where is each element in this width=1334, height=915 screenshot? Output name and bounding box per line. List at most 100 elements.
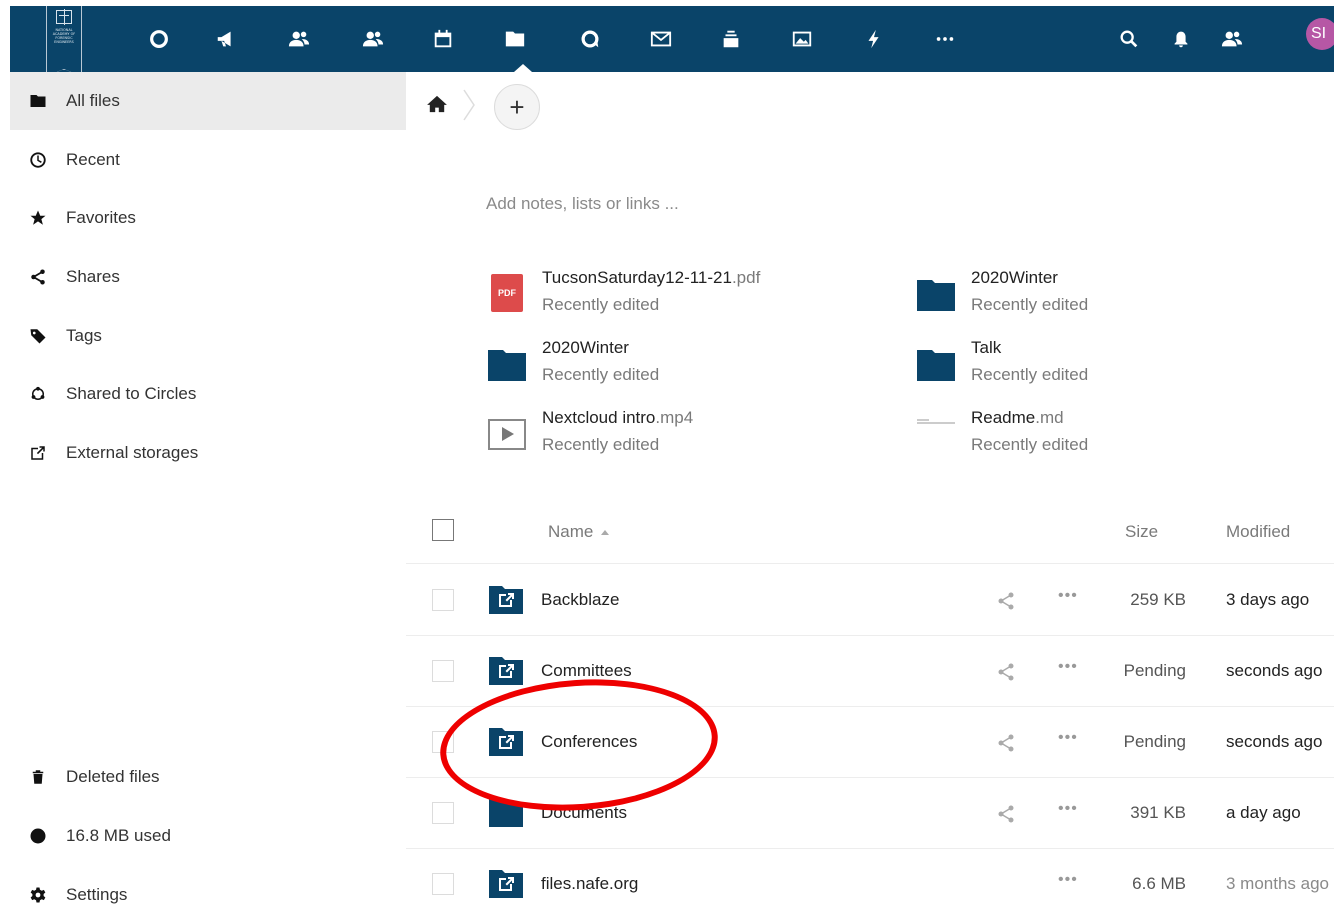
sidebar-item-external-storages[interactable]: External storages — [10, 424, 406, 482]
files-sidebar: All files Recent Favorites Shares Tags S… — [10, 72, 406, 915]
more-actions-icon[interactable]: ••• — [1058, 587, 1078, 605]
row-checkbox[interactable] — [432, 589, 454, 611]
recent-file-item[interactable]: Talk Recently edited — [917, 338, 1297, 400]
deck-icon[interactable] — [718, 26, 744, 52]
more-actions-icon[interactable]: ••• — [1058, 729, 1078, 747]
folder-icon — [917, 350, 955, 381]
sidebar-item-favorites[interactable]: Favorites — [10, 189, 406, 247]
active-app-indicator — [514, 64, 532, 72]
breadcrumb-separator — [463, 89, 475, 121]
search-icon[interactable] — [1116, 26, 1142, 52]
file-modified: seconds ago — [1226, 732, 1323, 751]
contacts-icon[interactable] — [286, 26, 312, 52]
sidebar-item-label: Settings — [66, 885, 128, 904]
sidebar-item-label: External storages — [66, 443, 199, 462]
sidebar-item-shared-to-circles[interactable]: Shared to Circles — [10, 365, 406, 423]
dashboard-icon[interactable] — [146, 26, 172, 52]
megaphone-icon[interactable] — [213, 26, 239, 52]
more-actions-icon[interactable]: ••• — [1058, 871, 1078, 889]
file-modified: 3 months ago — [1226, 874, 1330, 893]
mail-icon[interactable] — [648, 26, 674, 52]
share-icon[interactable] — [996, 662, 1016, 682]
row-checkbox[interactable] — [432, 660, 454, 682]
file-size: Pending — [1123, 732, 1186, 751]
recent-file-status: Recently edited — [971, 365, 1089, 384]
clock-icon — [10, 151, 66, 169]
share-icon[interactable] — [996, 591, 1016, 611]
photos-icon[interactable] — [789, 26, 815, 52]
recent-file-name: Nextcloud intro.mp4 — [542, 408, 694, 427]
recent-file-item[interactable]: 2020Winter Recently edited — [488, 338, 868, 400]
recent-file-name: TucsonSaturday12-11-21.pdf — [542, 268, 761, 287]
recent-file-status: Recently edited — [971, 295, 1089, 314]
files-folder-icon[interactable] — [502, 26, 528, 52]
file-name[interactable]: files.nafe.org — [541, 874, 638, 894]
trash-icon — [10, 768, 66, 786]
external-folder-icon — [489, 657, 523, 685]
file-size: Pending — [1123, 661, 1186, 680]
recent-file-status: Recently edited — [542, 365, 660, 384]
sidebar-item-settings[interactable]: Settings — [10, 866, 406, 915]
circles-icon — [10, 385, 66, 403]
user-avatar[interactable]: SI — [1306, 18, 1334, 50]
gear-icon — [10, 886, 66, 904]
sidebar-item-label: Deleted files — [66, 767, 160, 786]
activity-icon[interactable] — [861, 26, 887, 52]
sidebar-item-recent[interactable]: Recent — [10, 131, 406, 189]
home-icon[interactable] — [426, 95, 448, 113]
recent-file-item[interactable]: Readme.md Recently edited — [917, 408, 1297, 470]
rich-workspace-notes[interactable]: Add notes, lists or links ... — [486, 194, 679, 214]
contacts-menu-icon[interactable] — [1219, 26, 1245, 52]
sidebar-item-shares[interactable]: Shares — [10, 248, 406, 306]
share-icon — [10, 268, 66, 286]
recent-file-item[interactable]: 2020Winter Recently edited — [917, 268, 1297, 330]
recent-file-name: Readme.md — [971, 408, 1064, 427]
share-icon[interactable] — [996, 804, 1016, 824]
table-row[interactable]: Backblaze ••• 259 KB 3 days ago — [406, 565, 1334, 636]
column-name[interactable]: Name — [548, 522, 610, 542]
select-all-checkbox[interactable] — [432, 519, 454, 541]
sort-ascending-icon — [601, 530, 610, 536]
recent-file-item[interactable]: PDF TucsonSaturday12-11-21.pdf Recently … — [488, 268, 868, 330]
pie-icon — [10, 827, 66, 845]
recent-file-status: Recently edited — [971, 435, 1089, 454]
add-new-button[interactable]: + — [494, 84, 540, 130]
external-folder-icon — [489, 870, 523, 898]
sidebar-item-label: All files — [66, 91, 120, 110]
column-modified[interactable]: Modified — [1226, 522, 1290, 542]
text-file-icon — [917, 419, 955, 424]
circles-icon[interactable] — [360, 26, 386, 52]
file-name[interactable]: Backblaze — [541, 590, 619, 610]
more-apps-icon[interactable] — [932, 26, 958, 52]
star-icon — [10, 209, 66, 227]
scales-icon — [56, 9, 72, 25]
more-actions-icon[interactable]: ••• — [1058, 800, 1078, 818]
file-modified: seconds ago — [1226, 661, 1323, 680]
row-checkbox[interactable] — [432, 873, 454, 895]
file-size: 259 KB — [1130, 590, 1186, 609]
column-size[interactable]: Size — [1125, 522, 1158, 542]
logo-text: NATIONAL ACADEMY OF FORENSIC ENGINEERS — [52, 28, 76, 44]
recent-file-name: Talk — [971, 338, 1002, 357]
sidebar-item-deleted-files[interactable]: Deleted files — [10, 748, 406, 806]
sidebar-item-all-files[interactable]: All files — [10, 72, 406, 130]
row-checkbox[interactable] — [432, 802, 454, 824]
more-actions-icon[interactable]: ••• — [1058, 658, 1078, 676]
notifications-bell-icon[interactable] — [1168, 26, 1194, 52]
nafe-logo[interactable]: NATIONAL ACADEMY OF FORENSIC ENGINEERS — [46, 6, 82, 77]
talk-icon[interactable] — [577, 26, 603, 52]
table-row[interactable]: files.nafe.org ••• 6.6 MB 3 months ago — [406, 849, 1334, 915]
recent-file-name: 2020Winter — [971, 268, 1058, 287]
tag-icon — [10, 327, 66, 345]
sidebar-item-label: Recent — [66, 150, 120, 169]
folder-icon — [488, 350, 526, 381]
share-icon[interactable] — [996, 733, 1016, 753]
sidebar-item-tags[interactable]: Tags — [10, 307, 406, 365]
pdf-icon: PDF — [491, 274, 523, 312]
recent-file-item[interactable]: Nextcloud intro.mp4 Recently edited — [488, 408, 868, 470]
file-name[interactable]: Committees — [541, 661, 632, 681]
external-folder-icon — [489, 586, 523, 614]
calendar-icon[interactable] — [430, 26, 456, 52]
storage-quota[interactable]: 16.8 MB used — [10, 807, 406, 865]
folder-icon — [917, 280, 955, 311]
